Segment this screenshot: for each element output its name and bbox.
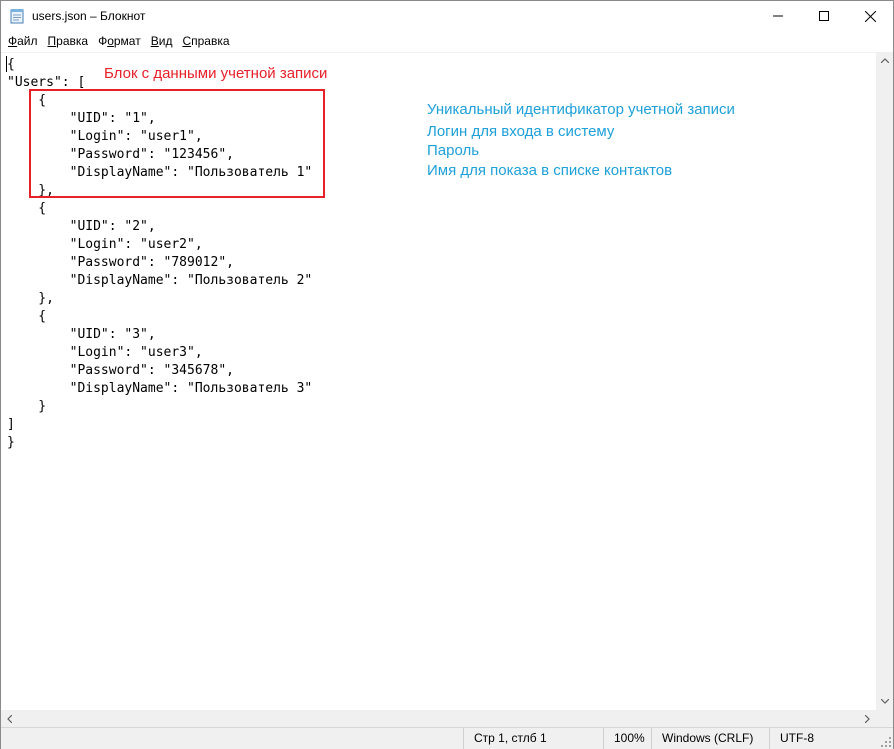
- status-encoding: UTF-8: [769, 728, 879, 749]
- menu-view[interactable]: Вид: [146, 31, 178, 51]
- notepad-icon: [10, 8, 24, 24]
- chevron-right-icon: [865, 714, 870, 723]
- text-line: ]: [7, 417, 15, 432]
- text-line: "Password": "345678",: [7, 363, 234, 378]
- text-line: "UID": "3",: [7, 327, 156, 342]
- maximize-button[interactable]: [801, 1, 847, 31]
- annotation-login: Логин для входа в систему: [427, 123, 615, 140]
- annotation-display-name: Имя для показа в списке контактов: [427, 162, 673, 179]
- scroll-down-button[interactable]: [876, 693, 893, 710]
- text-line: "UID": "2",: [7, 219, 156, 234]
- text-line: {: [7, 201, 47, 216]
- scroll-left-button[interactable]: [1, 710, 18, 727]
- close-icon: [864, 10, 876, 22]
- annotation-highlight-box: [29, 89, 325, 198]
- text-line: "DisplayName": "Пользователь 2": [7, 273, 313, 288]
- text-line: "Login": "user3",: [7, 345, 203, 360]
- status-zoom: 100%: [603, 728, 651, 749]
- minimize-button[interactable]: [755, 1, 801, 31]
- text-line: "Password": "789012",: [7, 255, 234, 270]
- vertical-scrollbar[interactable]: [876, 52, 893, 710]
- text-line: {: [7, 309, 47, 324]
- status-bar: Стр 1, стлб 1 100% Windows (CRLF) UTF-8: [1, 727, 893, 749]
- annotation-block-label: Блок с данными учетной записи: [104, 65, 328, 82]
- text-line: }: [7, 399, 47, 414]
- status-line-endings: Windows (CRLF): [651, 728, 769, 749]
- status-cursor-position: Стр 1, стлб 1: [463, 728, 603, 749]
- text-line: "Login": "user2",: [7, 237, 203, 252]
- text-line: "DisplayName": "Пользователь 3": [7, 381, 313, 396]
- maximize-icon: [819, 11, 829, 21]
- text-line: },: [7, 291, 54, 306]
- menu-format[interactable]: Формат: [93, 31, 146, 51]
- annotation-password: Пароль: [427, 142, 480, 159]
- scroll-up-button[interactable]: [876, 52, 893, 69]
- horizontal-scrollbar[interactable]: [1, 710, 876, 727]
- title-bar[interactable]: users.json – Блокнот: [1, 1, 893, 31]
- minimize-icon: [773, 15, 783, 17]
- text-editor-area[interactable]: {"Users": [ { "UID": "1", "Login": "user…: [1, 52, 876, 727]
- scroll-right-button[interactable]: [859, 710, 876, 727]
- window-title: users.json – Блокнот: [32, 9, 146, 23]
- text-line: }: [7, 435, 15, 450]
- menu-edit[interactable]: Правка: [43, 31, 94, 51]
- resize-grip-icon[interactable]: [881, 737, 891, 747]
- chevron-left-icon: [7, 714, 12, 723]
- annotation-uid: Уникальный идентификатор учетной записи: [427, 101, 735, 118]
- chevron-down-icon: [880, 699, 889, 704]
- scrollbar-corner: [876, 710, 893, 727]
- menu-bar: Файл Правка Формат Вид Справка: [1, 31, 893, 51]
- notepad-window: users.json – Блокнот Файл Правка Формат …: [0, 0, 894, 749]
- close-button[interactable]: [847, 1, 893, 31]
- menu-file[interactable]: Файл: [3, 31, 43, 51]
- chevron-up-icon: [880, 58, 889, 63]
- menu-help[interactable]: Справка: [177, 31, 234, 51]
